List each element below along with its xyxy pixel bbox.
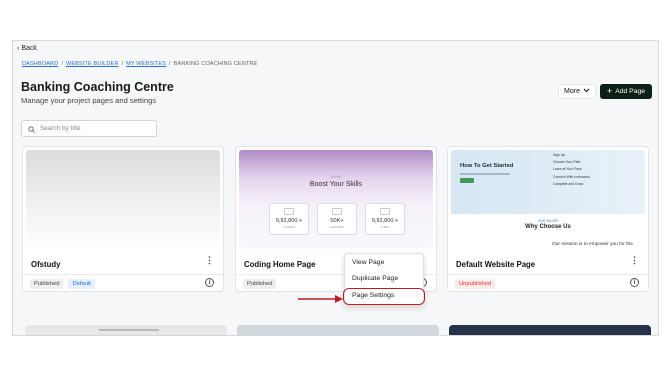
stat-label: LEARNERS bbox=[330, 226, 344, 229]
add-page-label: Add Page bbox=[615, 88, 646, 95]
page-card-partial[interactable] bbox=[237, 325, 439, 335]
arrow-annotation-icon bbox=[298, 291, 344, 309]
highlight-outline bbox=[343, 288, 425, 305]
preview-heading: How To Get Started bbox=[460, 163, 514, 169]
kebab-menu-icon[interactable]: ⋮ bbox=[630, 256, 639, 265]
search-icon bbox=[28, 120, 35, 138]
preview-heading: Boost Your Skills bbox=[309, 181, 363, 188]
stat-value: 9,92,800 + bbox=[275, 218, 303, 224]
page-card-partial[interactable] bbox=[25, 325, 227, 336]
preview-button bbox=[460, 178, 474, 183]
breadcrumb: DASHBOARD / WEBSITE BUILDER / MY WEBSITE… bbox=[22, 61, 257, 67]
menu-item-view-page[interactable]: View Page bbox=[352, 259, 384, 266]
back-link[interactable]: ‹ Back bbox=[17, 45, 37, 52]
page-thumbnail: How To Get Started Sign Up Choose Your P… bbox=[451, 150, 645, 248]
stat-value: 50K+ bbox=[330, 218, 344, 224]
breadcrumb-my-websites[interactable]: MY WEBSITES bbox=[126, 61, 166, 67]
default-badge: Default bbox=[68, 279, 95, 289]
preview-step: Sign Up bbox=[553, 153, 566, 157]
app-window: ‹ Back DASHBOARD / WEBSITE BUILDER / MY … bbox=[12, 40, 659, 336]
search-input[interactable] bbox=[40, 125, 140, 132]
status-badge: Published bbox=[30, 279, 64, 289]
plus-icon: + bbox=[606, 86, 613, 96]
stat-label: CLIENT bbox=[380, 226, 390, 229]
preview-steps: Sign Up Choose Your Path Learn at Your P… bbox=[553, 152, 639, 188]
preview-stat: 9,92,800 + CLIENT bbox=[365, 203, 405, 235]
card-footer: Published Default bbox=[23, 274, 223, 291]
preview-step: Connect With Instructors bbox=[553, 174, 591, 179]
status-badge: Unpublished bbox=[455, 279, 496, 289]
page-title: Banking Coaching Centre bbox=[21, 80, 174, 94]
page-name: Default Website Page bbox=[456, 260, 536, 269]
preview-hero: How To Get Started Sign Up Choose Your P… bbox=[451, 150, 645, 214]
page-thumbnail: ROSE Boost Your Skills 9,92,800 + STUDEN… bbox=[239, 150, 433, 248]
card-footer: Unpublished bbox=[448, 274, 648, 291]
page-subtitle: Manage your project pages and settings bbox=[21, 96, 157, 105]
preview-step: Complete and Grow bbox=[553, 181, 584, 186]
image-icon bbox=[332, 208, 342, 215]
preview-text-line bbox=[99, 335, 147, 336]
preview-section-title: Why Choose Us bbox=[525, 224, 571, 230]
image-icon bbox=[380, 208, 390, 215]
status-badge: Published bbox=[243, 279, 277, 289]
back-label: Back bbox=[21, 45, 37, 52]
preview-step: Choose Your Path bbox=[553, 160, 581, 165]
preview-step: Learn at Your Pace bbox=[553, 167, 582, 172]
stat-label: STUDENT bbox=[282, 226, 296, 229]
more-label: More bbox=[564, 88, 580, 95]
page-thumbnail bbox=[26, 150, 220, 248]
preview-text-line bbox=[460, 173, 510, 175]
breadcrumb-separator: / bbox=[61, 61, 63, 67]
add-page-button[interactable]: + Add Page bbox=[600, 84, 652, 99]
menu-item-duplicate-page[interactable]: Duplicate Page bbox=[352, 275, 398, 282]
more-button[interactable]: More bbox=[558, 84, 596, 99]
breadcrumb-dashboard[interactable]: DASHBOARD bbox=[22, 61, 58, 67]
page-card[interactable]: Ofstudy ⋮ Published Default i bbox=[22, 146, 224, 292]
page-card-partial[interactable] bbox=[449, 325, 651, 335]
breadcrumb-separator: / bbox=[121, 61, 124, 67]
preview-stats: 9,92,800 + STUDENT 50K+ LEARNERS 9,92,80… bbox=[269, 203, 405, 235]
page-name: Coding Home Page bbox=[244, 260, 316, 269]
page-name: Ofstudy bbox=[31, 260, 61, 269]
preview-logo: ROSE bbox=[330, 175, 342, 179]
breadcrumb-separator: / bbox=[169, 61, 171, 67]
preview-section-tag: OUR VALUES bbox=[537, 219, 559, 223]
preview-stat: 50K+ LEARNERS bbox=[317, 203, 357, 235]
chevron-left-icon: ‹ bbox=[17, 45, 20, 52]
kebab-menu-icon[interactable]: ⋮ bbox=[205, 256, 214, 265]
preview-cut-text: Our mission is to empower you for the bbox=[552, 242, 633, 247]
search-box bbox=[21, 120, 157, 137]
stat-value: 9,92,800 + bbox=[371, 218, 399, 224]
info-icon[interactable]: i bbox=[630, 278, 639, 287]
breadcrumb-website-builder[interactable]: WEBSITE BUILDER bbox=[66, 61, 118, 67]
preview-stat: 9,92,800 + STUDENT bbox=[269, 203, 309, 235]
page-card[interactable]: How To Get Started Sign Up Choose Your P… bbox=[447, 146, 649, 292]
image-icon bbox=[284, 208, 294, 215]
info-icon[interactable]: i bbox=[205, 278, 214, 287]
preview-text-line bbox=[99, 329, 159, 331]
chevron-down-icon bbox=[583, 88, 590, 95]
breadcrumb-current: BANKING COACHING CENTRE bbox=[173, 61, 258, 67]
